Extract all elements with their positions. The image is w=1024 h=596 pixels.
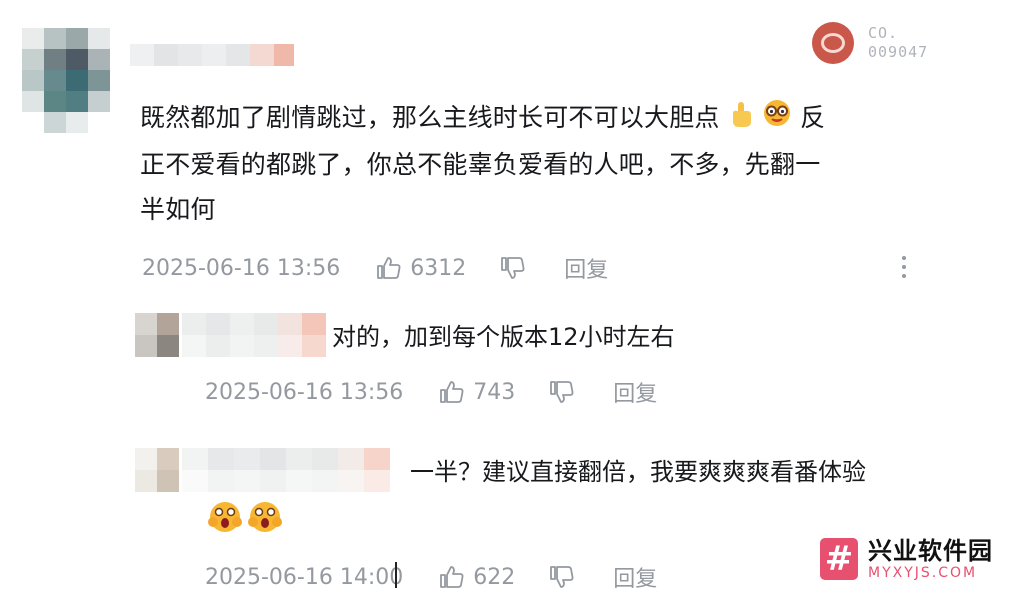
thumbs-up-icon: [377, 257, 401, 279]
dislike-button[interactable]: [500, 256, 526, 280]
reply-button[interactable]: 回复: [613, 376, 657, 408]
reply-emojis: [207, 500, 283, 534]
reply-text: 对的，加到每个版本12小时左右: [332, 323, 675, 351]
like-count: 743: [473, 379, 516, 405]
dislike-button[interactable]: [549, 565, 575, 589]
reply-meta: 2025-06-16 14:00 622 回复: [205, 561, 657, 593]
like-button[interactable]: 6312: [376, 256, 466, 281]
comment-text: 既然都加了剧情跳过，那么主线时长可不可以大胆点 反 正不爱看的都跳了，你总不能辜…: [140, 95, 970, 232]
text-cursor: [395, 562, 397, 588]
dislike-button[interactable]: [549, 380, 575, 404]
comment-line-3: 半如何: [140, 194, 216, 224]
reply-button[interactable]: 回复: [564, 252, 608, 284]
thumbs-up-icon: [440, 381, 464, 403]
badge-number: 009047: [868, 43, 929, 61]
reply-time: 2025-06-16 13:56: [205, 379, 404, 405]
thumbs-down-icon: [550, 566, 574, 588]
reply-text: 一半？建议直接翻倍，我要爽爽爽看番体验: [410, 458, 866, 486]
screaming-face-emoji: [208, 502, 242, 532]
badge-icon: [812, 22, 854, 64]
comment-line-2: 正不爱看的都跳了，你总不能辜负爱看的人吧，不多，先翻一: [140, 149, 821, 179]
more-options-icon[interactable]: [898, 254, 910, 280]
comment-line-1: 既然都加了剧情跳过，那么主线时长可不可以大胆点 反: [140, 95, 970, 142]
glasses-face-emoji: [762, 97, 792, 142]
reply-time: 2025-06-16 14:00: [205, 564, 404, 590]
like-count: 6312: [410, 255, 467, 281]
thumbs-up-icon: [440, 566, 464, 588]
reply-meta: 2025-06-16 13:56 743 回复: [205, 376, 657, 408]
hash-logo-icon: #: [820, 538, 858, 580]
reply-username[interactable]: [182, 448, 390, 492]
avatar[interactable]: [22, 28, 110, 133]
like-button[interactable]: 743: [439, 380, 515, 405]
reply-username[interactable]: [182, 313, 326, 357]
reply-avatar[interactable]: [135, 448, 179, 492]
screaming-face-emoji: [248, 502, 282, 532]
like-count: 622: [473, 564, 516, 590]
watermark-en: MYXYJS.COM: [868, 565, 978, 581]
reply-button[interactable]: 回复: [613, 561, 657, 593]
badge-line1: CO.: [868, 24, 899, 42]
comment-meta: 2025-06-16 13:56 6312 回复: [142, 252, 608, 284]
site-watermark: # 兴业软件园 MYXYJS.COM: [820, 537, 993, 581]
thumbs-down-icon: [501, 257, 525, 279]
watermark-cn: 兴业软件园: [868, 537, 993, 565]
username[interactable]: [130, 44, 294, 66]
comment-time: 2025-06-16 13:56: [142, 255, 341, 281]
reply-avatar[interactable]: [135, 313, 179, 357]
fan-badge: CO. 009047: [812, 22, 928, 64]
like-button[interactable]: 622: [439, 565, 515, 590]
pointing-up-emoji: [728, 97, 754, 142]
thumbs-down-icon: [550, 381, 574, 403]
